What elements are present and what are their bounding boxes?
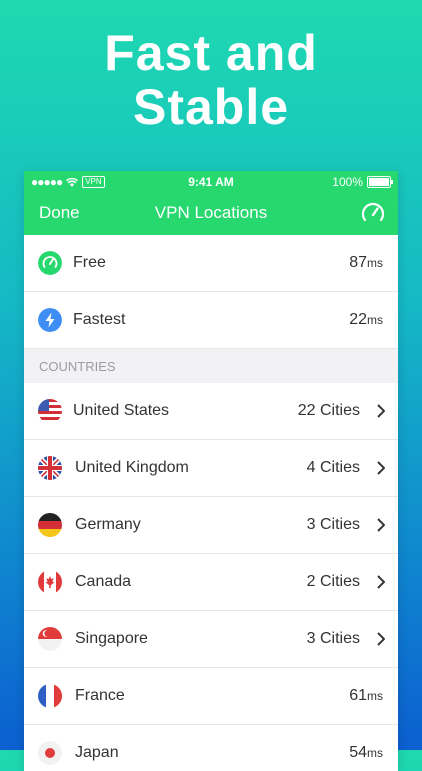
headline-line-2: Stable <box>132 79 290 135</box>
germany-flag-icon <box>38 513 62 537</box>
country-label: United States <box>73 402 170 419</box>
speedometer-icon <box>38 251 62 275</box>
list-item-germany[interactable]: Germany 3 Cities <box>24 497 398 554</box>
speedometer-icon[interactable] <box>360 200 386 226</box>
battery-percent: 100% <box>332 175 363 189</box>
chevron-right-icon <box>377 404 385 418</box>
chevron-right-icon <box>377 575 385 589</box>
latency-value: 61ms <box>349 687 383 704</box>
cities-count: 2 Cities <box>306 573 360 590</box>
list-item-france[interactable]: France 61ms <box>24 668 398 725</box>
list-item-fastest[interactable]: Fastest 22ms <box>24 292 398 349</box>
status-bar: ●●●●● VPN 9:41 AM 100% <box>24 171 398 193</box>
country-label: France <box>75 687 125 704</box>
cities-count: 22 Cities <box>297 402 360 419</box>
latency-value: 22ms <box>349 311 383 328</box>
cities-count: 3 Cities <box>306 516 360 533</box>
page-title: VPN Locations <box>154 203 268 222</box>
section-header-countries: COUNTRIES <box>24 349 398 383</box>
chevron-right-icon <box>377 518 385 532</box>
country-label: Singapore <box>75 630 148 647</box>
lightning-icon <box>38 308 62 332</box>
navigation-bar: ●●●●● VPN 9:41 AM 100% Done VPN Location… <box>24 171 398 235</box>
country-label: Canada <box>75 573 132 590</box>
battery-icon <box>367 176 393 188</box>
list-item-united-kingdom[interactable]: United Kingdom 4 Cities <box>24 440 398 497</box>
canada-flag-icon <box>38 570 62 594</box>
latency-value: 87ms <box>349 254 383 271</box>
chevron-right-icon <box>377 632 385 646</box>
list-item-canada[interactable]: Canada 2 Cities <box>24 554 398 611</box>
locations-list: Free 87ms Fastest 22ms COUNTRIES United … <box>24 235 398 771</box>
list-item-free[interactable]: Free 87ms <box>24 235 398 292</box>
location-label: Fastest <box>73 311 126 328</box>
headline: Fast and Stable <box>0 26 422 134</box>
cities-count: 4 Cities <box>306 459 360 476</box>
country-label: United Kingdom <box>75 459 189 476</box>
phone-screen: ●●●●● VPN 9:41 AM 100% Done VPN Location… <box>24 171 398 771</box>
chevron-right-icon <box>377 461 385 475</box>
us-flag-icon <box>38 399 62 423</box>
list-item-japan[interactable]: Japan 54ms <box>24 725 398 771</box>
country-label: Germany <box>75 516 141 533</box>
done-button[interactable]: Done <box>39 203 80 223</box>
cities-count: 3 Cities <box>306 630 360 647</box>
singapore-flag-icon <box>38 627 62 651</box>
uk-flag-icon <box>38 456 62 480</box>
headline-line-1: Fast and <box>104 25 318 81</box>
france-flag-icon <box>38 684 62 708</box>
list-item-united-states[interactable]: United States 22 Cities <box>24 383 398 440</box>
latency-value: 54ms <box>349 744 383 761</box>
japan-flag-icon <box>38 741 62 765</box>
list-item-singapore[interactable]: Singapore 3 Cities <box>24 611 398 668</box>
location-label: Free <box>73 254 106 271</box>
country-label: Japan <box>75 744 119 761</box>
